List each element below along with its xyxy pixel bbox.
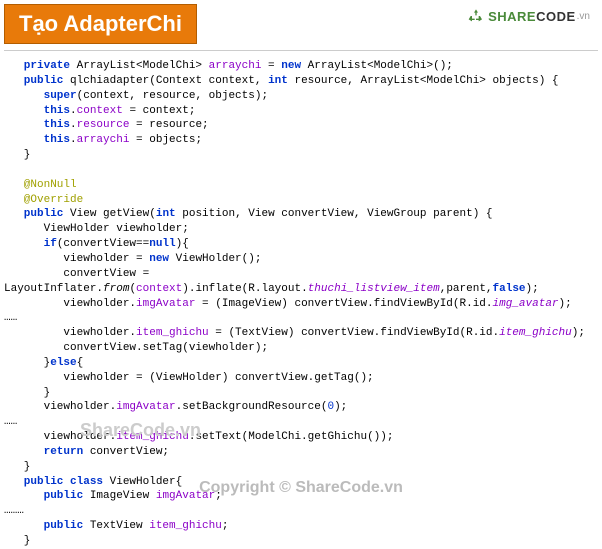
logo: SHARECODE.vn — [468, 8, 590, 24]
divider — [4, 50, 598, 51]
logo-code-text: CODE — [536, 9, 576, 24]
code-block: private ArrayList<ModelChi> arraychi = n… — [0, 59, 602, 549]
logo-share-text: SHARE — [488, 9, 536, 24]
logo-vn-text: .vn — [577, 11, 590, 22]
page-title: Tạo AdapterChi — [4, 4, 197, 44]
recycle-icon — [468, 8, 484, 24]
